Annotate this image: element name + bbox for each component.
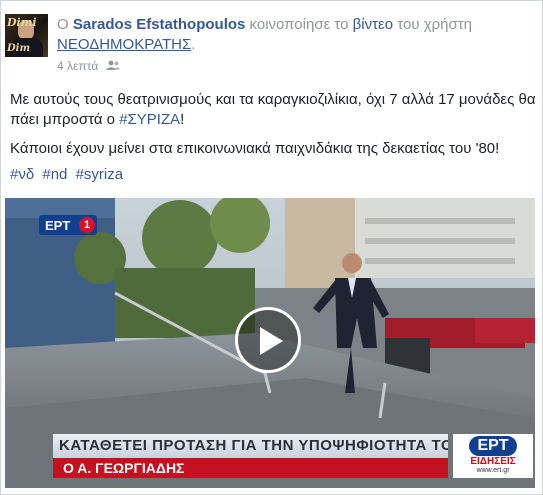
avatar[interactable]: Dimi Dim <box>5 14 48 57</box>
hashtag-syriza-link[interactable]: #ΣΥΡΙΖΑ <box>119 111 180 128</box>
avatar-text-bottom: Dim <box>7 43 31 54</box>
post-meta: 4 λεπτά <box>57 59 120 73</box>
page-name-link[interactable]: ΝΕΟΔΗΜΟΚΡΑΤΗΣ <box>57 36 191 53</box>
channel-number: 1 <box>79 217 95 233</box>
channel-badge-text: ΕΡΤ <box>45 217 71 233</box>
channel-badge: ΕΡΤ 1 <box>39 215 97 235</box>
author-name-link[interactable]: Sarados Efstathopoulos <box>73 16 246 33</box>
avatar-text-top: Dimi <box>7 16 37 29</box>
shared-text: κοινοποίησε το <box>249 16 349 33</box>
paragraph-1-text: Με αυτούς τους θεατρινισμούς και τα καρα… <box>10 91 536 128</box>
hashtag-link[interactable]: #nd <box>42 166 67 183</box>
post-header: Ο Sarados Efstathopoulos κοινοποίησε το … <box>57 15 527 55</box>
video-link[interactable]: βίντεο <box>353 16 393 33</box>
news-logo-url: www.ert.gr <box>476 467 510 474</box>
play-icon <box>260 327 283 355</box>
hashtag-list: #νδ #nd #syriza <box>10 166 127 183</box>
post-body: Με αυτούς τους θεατρινισμούς και τα καρα… <box>10 90 536 159</box>
of-user-text: του χρήστη <box>397 16 472 33</box>
play-button[interactable] <box>235 307 301 373</box>
news-logo: ΕΡΤ ΕΙΔΗΣΕΙΣ www.ert.gr <box>453 434 533 478</box>
video-player[interactable]: ΕΡΤ 1 ΚΑΤΑΘΕΤΕΙ ΠΡΟΤΑΣΗ ΓΙΑ ΤΗΝ ΥΠΟΨΗΦΙΟ… <box>5 198 535 488</box>
news-logo-sub: ΕΙΔΗΣΕΙΣ <box>470 456 516 467</box>
shared-post-card: Dimi Dim Ο Sarados Efstathopoulos κοινοπ… <box>0 0 543 495</box>
news-logo-text: ΕΡΤ <box>469 436 517 456</box>
news-headline: ΚΑΤΑΘΕΤΕΙ ΠΡΟΤΑΣΗ ΓΙΑ ΤΗΝ ΥΠΟΨΗΦΙΟΤΗΤΑ Τ… <box>53 434 448 458</box>
post-paragraph-2: Κάποιοι έχουν μείνει στα επικοινωνιακά π… <box>10 140 500 157</box>
header-prefix: Ο <box>57 16 69 33</box>
hashtag-link[interactable]: #syriza <box>76 166 124 183</box>
page-suffix: . <box>191 36 196 53</box>
hashtag-link[interactable]: #νδ <box>10 166 34 183</box>
paragraph-1-suffix: ! <box>180 111 185 128</box>
friends-icon[interactable] <box>106 59 120 73</box>
news-subject-name: Ο Α. ΓΕΩΡΓΙΑΔΗΣ <box>53 458 448 478</box>
timestamp-link[interactable]: 4 λεπτά <box>57 59 98 73</box>
news-lower-third: ΚΑΤΑΘΕΤΕΙ ΠΡΟΤΑΣΗ ΓΙΑ ΤΗΝ ΥΠΟΨΗΦΙΟΤΗΤΑ Τ… <box>53 434 535 478</box>
post-paragraph-1: Με αυτούς τους θεατρινισμούς και τα καρα… <box>10 90 536 130</box>
